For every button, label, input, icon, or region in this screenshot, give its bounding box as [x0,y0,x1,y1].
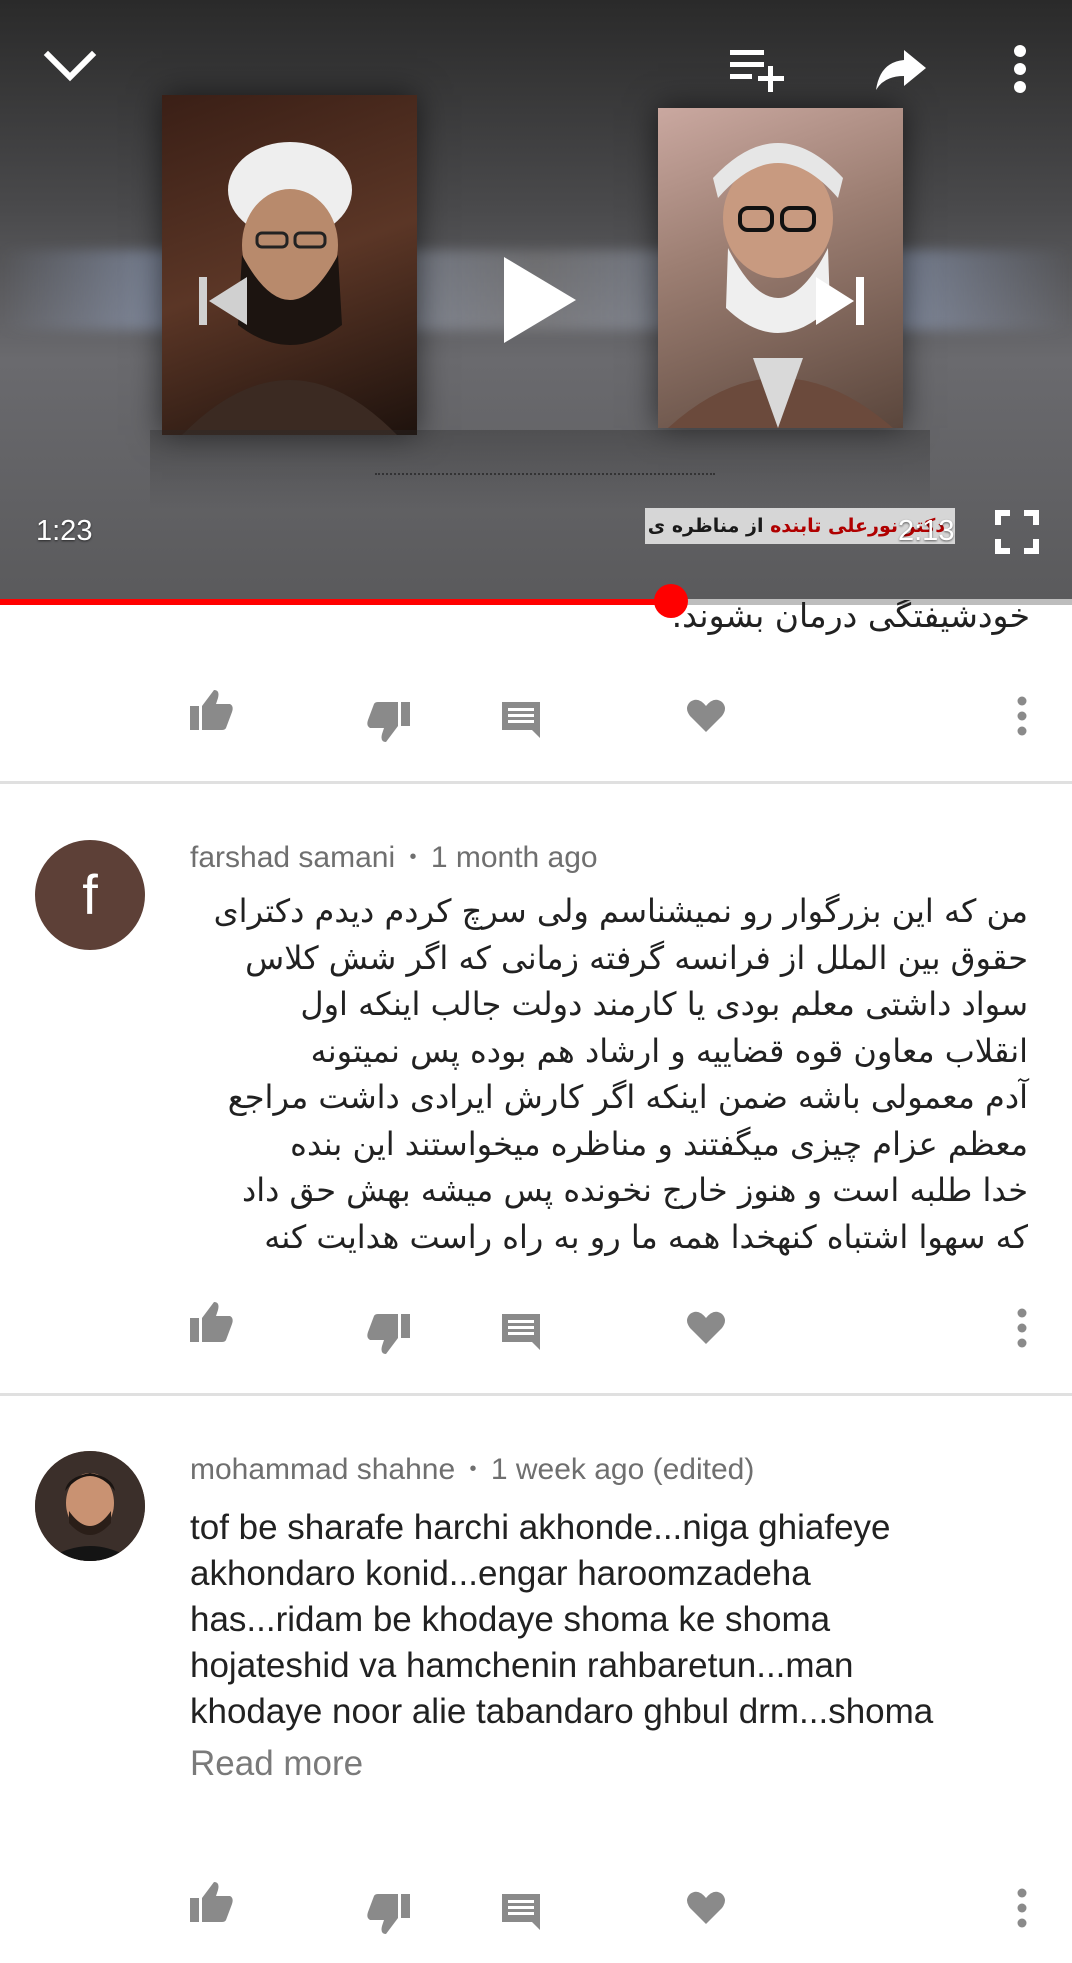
duration: 2:13 [898,515,955,547]
comment-line: معظم عزام چیزی میگفتند و مناظره میخواستن… [290,1124,1028,1163]
comment-line: حقوق بین الملل از فرانسه گرفته زمانی که … [245,938,1028,977]
comment-actions [0,1300,1072,1360]
comment-time: 1 week ago (edited) [490,1453,755,1486]
reply-icon[interactable] [500,1892,542,1936]
play-icon[interactable] [502,255,578,345]
current-time: 1:23 [36,515,93,547]
comment-line: akhondaro konid...engar haroomzadeha [190,1554,811,1593]
comment-line: آدم معمولی باشه ضمن اینکه اگر کارش ایراد… [227,1078,1028,1116]
reply-icon[interactable] [500,1312,542,1356]
comment-line: has...ridam be khodaye shoma ke shoma [190,1600,831,1639]
dislike-icon[interactable] [366,1892,412,1940]
comment-body: tof be sharafe harchi akhonde...niga ghi… [190,1505,1040,1735]
dislike-icon[interactable] [366,1312,412,1360]
comment-divider [0,1393,1072,1396]
comment-meta: farshad samani • 1 month ago [190,841,598,875]
heart-icon[interactable] [686,1890,726,1930]
skip-next-icon[interactable] [812,275,868,327]
comment-line: که سهوا اشتباه کنهخدا همه ما رو به راه ر… [264,1217,1028,1256]
comment-meta: mohammad shahne • 1 week ago (edited) [190,1453,754,1487]
video-reflection [150,430,930,510]
like-icon[interactable] [188,688,234,736]
comment-line: hojateshid va hamchenin rahbaretun...man [190,1646,854,1685]
more-vert-icon[interactable] [1016,696,1028,740]
heart-icon[interactable] [686,698,726,738]
comment-line: انقلاب معاون قوه قضاییه و ارشاد هم بوده … [310,1031,1028,1070]
fullscreen-icon[interactable] [995,510,1039,554]
video-frame-left-portrait [162,95,417,435]
comment-text-clipped: خودشیفتگی درمان بشوند. [671,600,1030,635]
add-to-queue-icon[interactable] [728,44,786,92]
share-icon[interactable] [874,48,928,92]
dislike-icon[interactable] [366,700,412,748]
more-vert-icon[interactable] [1016,1888,1028,1932]
comment-actions [0,688,1072,748]
meta-separator: • [409,846,417,868]
avatar[interactable] [35,1451,145,1561]
heart-icon[interactable] [686,1310,726,1350]
comment-actions [0,1880,1072,1940]
like-icon[interactable] [188,1300,234,1348]
comment-author[interactable]: farshad samani [190,841,395,874]
comment-divider [0,781,1072,784]
read-more-link[interactable]: Read more [190,1744,363,1784]
skip-previous-icon[interactable] [195,275,251,327]
comment-line: سواد داشتی معلم بودی یا کارمند دولت جالب… [300,985,1028,1023]
video-frame-right-portrait [658,108,903,428]
comment-line: خدا طلبه است و هنوز خارج نخونده پس میشه … [241,1171,1028,1209]
comment-line: tof be sharafe harchi akhonde...niga ghi… [190,1508,891,1547]
video-caption-rest: از مناظره ی علمی [645,515,764,537]
like-icon[interactable] [188,1880,234,1928]
video-player[interactable]: دکتر نورعلی تابنده از مناظره ی علمی 1:23… [0,0,1072,600]
avatar[interactable]: f [35,840,145,950]
more-vert-icon[interactable] [1016,1308,1028,1352]
video-dotted-line [375,473,715,475]
comment-line: من که این بزرگوار رو نمیشناسم ولی سرچ کر… [213,892,1028,930]
meta-separator: • [469,1458,477,1480]
chevron-down-icon[interactable] [42,45,98,89]
reply-icon[interactable] [500,700,542,744]
comment-time: 1 month ago [430,841,598,874]
comment-author[interactable]: mohammad shahne [190,1453,455,1486]
comment-line: khodaye noor alie tabandaro ghbul drm...… [190,1692,934,1731]
comment-body: من که این بزرگوار رو نمیشناسم ولی سرچ کر… [190,888,1028,1260]
more-vert-icon[interactable] [1008,44,1032,94]
